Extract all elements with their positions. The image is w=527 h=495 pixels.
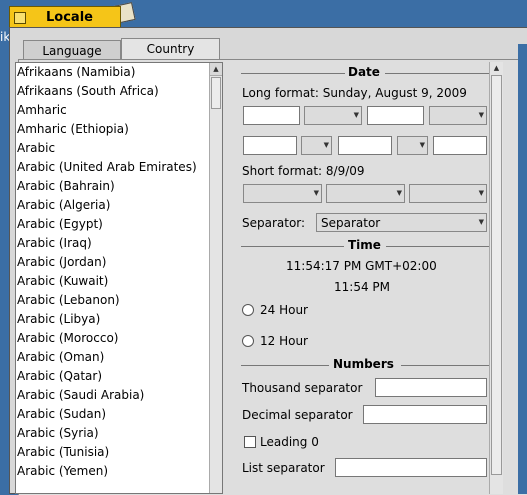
long-format-field-4[interactable]	[338, 136, 392, 155]
country-list-item[interactable]: Arabic (Saudi Arabia)	[16, 386, 222, 405]
tab-country[interactable]: Country	[121, 38, 220, 60]
decimal-separator-label: Decimal separator	[242, 408, 353, 422]
thousand-separator-field[interactable]	[375, 378, 487, 397]
window-title-tab[interactable]: Locale	[9, 6, 121, 28]
country-list-item[interactable]: Arabic (Bahrain)	[16, 177, 222, 196]
country-list-item[interactable]: Arabic (Qatar)	[16, 367, 222, 386]
separator-value: Separator	[321, 216, 381, 230]
list-separator-label: List separator	[242, 461, 325, 475]
scroll-up-arrow-icon[interactable]: ▲	[490, 62, 503, 74]
country-list-item[interactable]: Arabic (Kuwait)	[16, 272, 222, 291]
chevron-down-icon: ▼	[478, 218, 484, 226]
chevron-down-icon: ▼	[478, 189, 484, 197]
country-list[interactable]: Afrikaans (Namibia) Afrikaans (South Afri…	[15, 62, 223, 494]
leading-zero-checkbox[interactable]	[244, 436, 256, 448]
short-format-dropdown-2[interactable]: ▼	[326, 184, 405, 203]
long-format-field-3[interactable]	[243, 136, 297, 155]
country-list-item[interactable]: Amharic (Ethiopia)	[16, 120, 222, 139]
time-long-display: 11:54:17 PM GMT+02:00	[286, 259, 437, 273]
leading-zero-label: Leading 0	[260, 435, 319, 449]
country-list-item[interactable]: Arabic (United Arab Emirates)	[16, 158, 222, 177]
chevron-down-icon: ▼	[396, 189, 402, 197]
country-list-item[interactable]: Arabic (Iraq)	[16, 234, 222, 253]
long-format-dropdown-3[interactable]: ▼	[301, 136, 332, 155]
desktop-background-strip	[518, 44, 527, 494]
country-list-item[interactable]: Arabic (Egypt)	[16, 215, 222, 234]
country-list-item[interactable]: Arabic (Jordan)	[16, 253, 222, 272]
radio-12-hour-label: 12 Hour	[260, 334, 308, 348]
time-short-display: 11:54 PM	[334, 280, 390, 294]
country-list-item[interactable]: Arabic (Tunisia)	[16, 443, 222, 462]
list-separator-field[interactable]	[335, 458, 487, 477]
country-list-item[interactable]: Arabic (Syria)	[16, 424, 222, 443]
country-list-item[interactable]: Arabic (Oman)	[16, 348, 222, 367]
chevron-down-icon: ▼	[323, 141, 329, 149]
scroll-up-arrow-icon[interactable]: ▲	[210, 63, 222, 76]
window-title: Locale	[46, 10, 93, 25]
country-list-item[interactable]: Arabic (Yemen)	[16, 462, 222, 481]
country-list-item[interactable]: Arabic (Sudan)	[16, 405, 222, 424]
long-format-dropdown-2[interactable]: ▼	[429, 106, 487, 125]
country-list-item[interactable]: Afrikaans (South Africa)	[16, 82, 222, 101]
date-header: Date	[348, 65, 380, 79]
short-format-dropdown-3[interactable]: ▼	[409, 184, 487, 203]
country-list-item[interactable]: Arabic	[16, 139, 222, 158]
long-format-field-2[interactable]	[367, 106, 424, 125]
country-list-item[interactable]: Arabic (Libya)	[16, 310, 222, 329]
time-section-header: Time	[241, 238, 489, 253]
settings-scrollbar[interactable]: ▲	[489, 62, 503, 494]
radio-24-hour[interactable]	[242, 304, 254, 316]
country-list-item[interactable]: Afrikaans (Namibia)	[16, 63, 222, 82]
window-zoom-icon[interactable]	[14, 12, 26, 24]
long-format-label: Long format: Sunday, August 9, 2009	[242, 86, 467, 100]
long-format-field-1[interactable]	[243, 106, 300, 125]
long-format-field-5[interactable]	[433, 136, 487, 155]
short-format-label: Short format: 8/9/09	[242, 164, 365, 178]
chevron-down-icon: ▼	[419, 141, 425, 149]
separator-dropdown[interactable]: Separator ▼	[316, 213, 487, 232]
country-list-item[interactable]: Arabic (Lebanon)	[16, 291, 222, 310]
date-section-header: Date	[241, 65, 489, 80]
numbers-header: Numbers	[333, 357, 394, 371]
decimal-separator-field[interactable]	[363, 405, 487, 424]
scroll-thumb[interactable]	[211, 77, 221, 109]
thousand-separator-label: Thousand separator	[242, 381, 363, 395]
long-format-dropdown-1[interactable]: ▼	[304, 106, 362, 125]
locale-window: Language Country Afrikaans (Namibia) Afri…	[9, 27, 527, 495]
format-settings-pane: Date Long format: Sunday, August 9, 2009…	[241, 62, 507, 494]
radio-12-hour[interactable]	[242, 335, 254, 347]
scroll-thumb[interactable]	[491, 75, 502, 475]
separator-label: Separator:	[242, 216, 306, 230]
long-format-dropdown-4[interactable]: ▼	[397, 136, 428, 155]
chevron-down-icon: ▼	[313, 189, 319, 197]
country-list-item[interactable]: Arabic (Algeria)	[16, 196, 222, 215]
tab-language[interactable]: Language	[23, 40, 121, 59]
country-list-item[interactable]: Arabic (Morocco)	[16, 329, 222, 348]
time-header: Time	[348, 238, 381, 252]
chevron-down-icon: ▼	[478, 111, 484, 119]
short-format-dropdown-1[interactable]: ▼	[243, 184, 322, 203]
chevron-down-icon: ▼	[353, 111, 359, 119]
radio-24-hour-label: 24 Hour	[260, 303, 308, 317]
country-list-item[interactable]: Amharic	[16, 101, 222, 120]
country-list-scrollbar[interactable]: ▲	[209, 63, 222, 493]
numbers-section-header: Numbers	[241, 357, 489, 372]
